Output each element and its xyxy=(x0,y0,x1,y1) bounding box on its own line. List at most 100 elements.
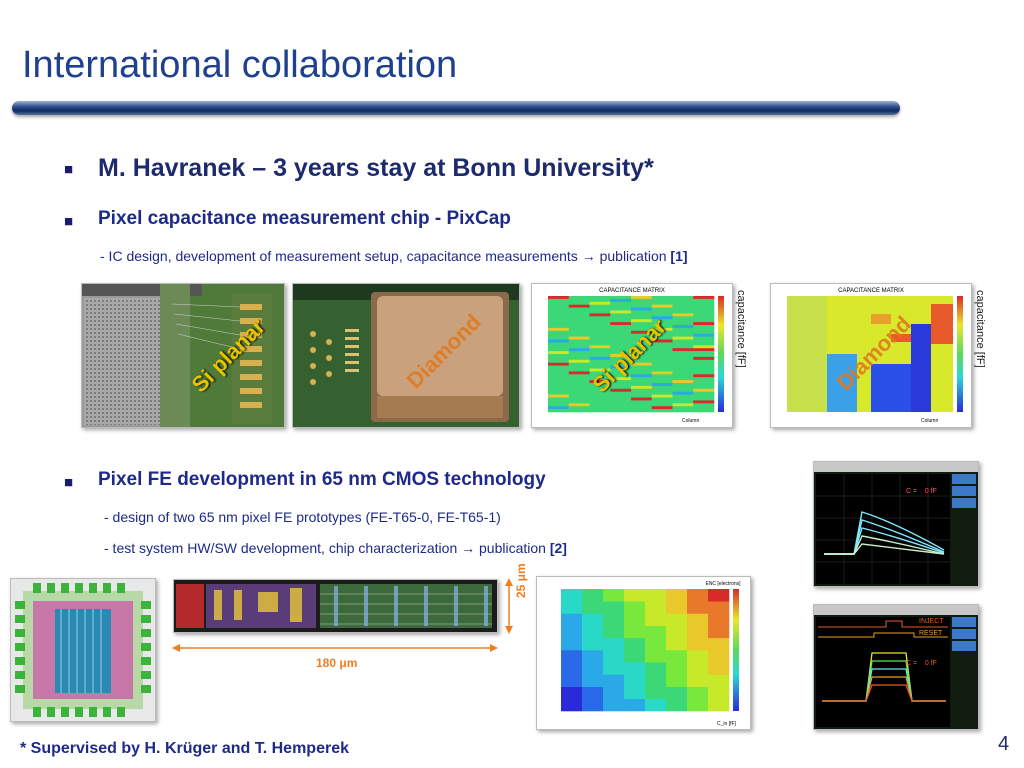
matrix-cell xyxy=(672,391,694,395)
enc-cell xyxy=(645,674,667,687)
matrix-cell xyxy=(568,388,590,392)
matrix-cell xyxy=(693,356,715,361)
matrix-cell xyxy=(672,354,694,358)
matrix-cell xyxy=(589,342,611,346)
matrix-cell xyxy=(693,377,715,381)
enc-cell xyxy=(582,613,604,626)
enc-cell xyxy=(624,698,646,712)
matrix-cell xyxy=(651,383,673,387)
matrix-cell xyxy=(672,388,694,392)
matrix-cell xyxy=(693,339,715,343)
enc-cell xyxy=(624,589,646,602)
matrix-cell xyxy=(589,409,611,413)
matrix-cell xyxy=(568,409,590,413)
matrix-cell xyxy=(568,327,590,332)
capacitance-axis-label-2: capacitance [fF] xyxy=(974,290,986,368)
matrix-cell xyxy=(610,310,632,314)
enc-cell xyxy=(603,698,625,712)
matrix-cell xyxy=(610,325,632,329)
matrix-cell xyxy=(589,397,611,401)
enc-cell xyxy=(666,674,688,687)
matrix-cell xyxy=(548,409,570,413)
enc-cell xyxy=(687,686,709,700)
matrix-cell xyxy=(610,322,632,326)
matrix-cell xyxy=(672,307,694,311)
matrix-cell xyxy=(693,330,715,334)
matrix-cell xyxy=(631,296,653,300)
matrix-cell xyxy=(589,336,611,340)
matrix-cell xyxy=(568,397,590,401)
matrix-cell xyxy=(631,377,653,381)
matrix-cell xyxy=(651,388,673,392)
matrix-cell xyxy=(631,298,653,303)
matrix-cell xyxy=(631,310,653,314)
enc-cell xyxy=(582,637,604,651)
matrix-cell xyxy=(610,316,632,320)
enc-cell xyxy=(708,698,730,712)
enc-cell xyxy=(624,674,646,687)
enc-cell xyxy=(708,613,730,626)
matrix-cell xyxy=(672,365,694,369)
matrix-cell xyxy=(589,322,611,326)
enc-cell xyxy=(624,686,646,700)
matrix-cell xyxy=(631,313,653,317)
footnote: * Supervised by H. Krüger and T. Hempere… xyxy=(20,740,349,757)
matrix-cell xyxy=(693,322,715,326)
matrix-cell xyxy=(568,351,590,355)
matrix-cell xyxy=(693,319,715,323)
matrix-cell xyxy=(631,304,653,308)
matrix-cell xyxy=(548,304,570,308)
matrix-cell xyxy=(548,377,570,381)
matrix-xlabel: Column xyxy=(682,418,699,424)
matrix-cell xyxy=(651,403,673,407)
matrix-cell xyxy=(548,330,570,334)
matrix-cell xyxy=(693,394,715,398)
matrix-cell xyxy=(651,397,673,401)
enc-cell xyxy=(666,625,688,639)
matrix-cell xyxy=(589,345,611,349)
matrix-cell xyxy=(672,380,694,384)
matrix-cell xyxy=(651,356,673,361)
enc-cell xyxy=(645,698,667,712)
matrix-cell xyxy=(568,403,590,407)
matrix-cell xyxy=(589,400,611,404)
matrix-cell xyxy=(548,400,570,404)
enc-cell xyxy=(687,637,709,651)
matrix-cell xyxy=(548,397,570,401)
enc-cell xyxy=(582,674,604,687)
matrix-cell xyxy=(672,345,694,349)
enc-cell xyxy=(561,589,583,602)
enc-cell xyxy=(645,589,667,602)
matrix-cell xyxy=(589,354,611,358)
matrix-cell xyxy=(693,380,715,384)
matrix-cell xyxy=(568,374,590,378)
matrix-cell xyxy=(568,406,590,410)
enc-cell xyxy=(582,650,604,663)
matrix-cell xyxy=(672,330,694,334)
enc-cell xyxy=(708,650,730,663)
matrix-cell xyxy=(610,406,632,410)
si-planar-chip-graphic xyxy=(82,284,284,427)
matrix-cell xyxy=(568,339,590,343)
matrix-cell xyxy=(651,307,673,311)
matrix-cell xyxy=(693,383,715,387)
matrix-cell xyxy=(568,313,590,317)
matrix-cell xyxy=(672,319,694,323)
matrix-cell xyxy=(548,354,570,358)
matrix-cell xyxy=(589,348,611,352)
matrix-cell xyxy=(693,362,715,366)
matrix-cell xyxy=(589,313,611,317)
enc-cell xyxy=(687,589,709,602)
enc-cell xyxy=(687,601,709,614)
matrix-cell xyxy=(693,388,715,392)
enc-cell xyxy=(603,637,625,651)
diamond-sensor-photo xyxy=(292,283,520,428)
enc-cell xyxy=(666,613,688,626)
matrix-cell xyxy=(651,359,673,363)
enc-cell xyxy=(624,662,646,675)
matrix-cell xyxy=(672,310,694,314)
bullet-marker: ■ xyxy=(64,474,74,491)
enc-cell xyxy=(561,686,583,700)
matrix-cell xyxy=(610,304,632,308)
matrix-cell xyxy=(589,319,611,323)
